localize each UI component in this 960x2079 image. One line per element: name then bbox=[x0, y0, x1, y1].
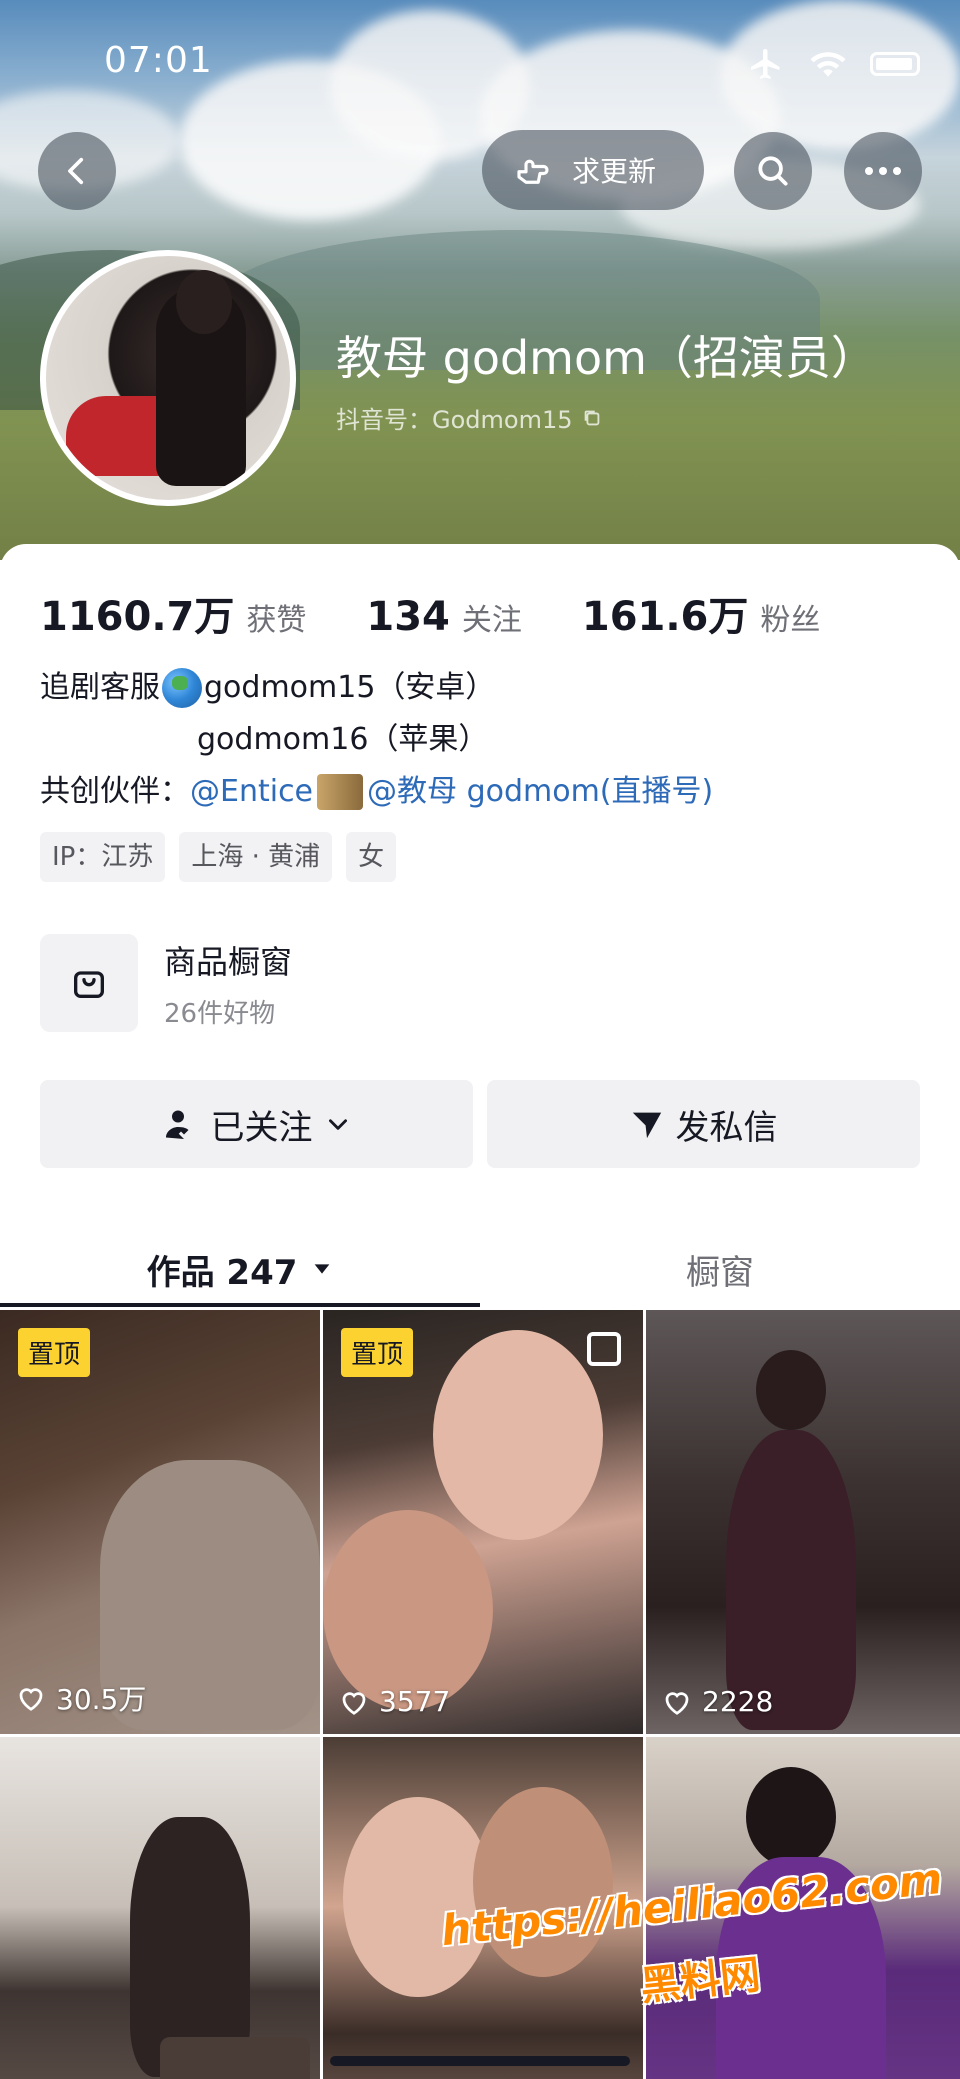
shop-title: 商品橱窗 bbox=[164, 942, 293, 981]
stat-likes[interactable]: 1160.7万 获赞 bbox=[40, 584, 306, 642]
bio-line3-prefix: 共创伙伴： bbox=[40, 774, 190, 809]
profile-card: 1160.7万 获赞 134 关注 161.6万 粉丝 追剧客服 godmom1… bbox=[0, 544, 960, 2079]
stat-following[interactable]: 134 关注 bbox=[366, 594, 522, 640]
video-likes-count: 3577 bbox=[379, 1685, 451, 1718]
video-likes-count: 30.5万 bbox=[56, 1683, 147, 1716]
stat-likes-value: 1160.7万 bbox=[40, 594, 235, 640]
tag-ip: IP：江苏 bbox=[40, 832, 166, 882]
status-icons bbox=[746, 46, 920, 82]
active-tab-indicator bbox=[0, 1303, 480, 1307]
bio-line1-prefix: 追剧客服 bbox=[40, 670, 160, 705]
stat-likes-label: 获赞 bbox=[246, 603, 307, 638]
home-indicator bbox=[330, 2056, 630, 2066]
pinned-badge: 置顶 bbox=[341, 1328, 414, 1377]
multi-image-icon bbox=[587, 1332, 621, 1366]
video-thumbnail[interactable] bbox=[0, 1737, 320, 2079]
stat-following-label: 关注 bbox=[461, 603, 522, 638]
send-icon bbox=[632, 1112, 661, 1139]
profile-tags: IP：江苏 上海 · 黄浦 女 bbox=[40, 832, 397, 882]
pinned-badge: 置顶 bbox=[18, 1328, 91, 1377]
tag-location: 上海 · 黄浦 bbox=[179, 832, 333, 882]
stat-followers[interactable]: 161.6万 粉丝 bbox=[582, 584, 821, 642]
send-message-label: 发私信 bbox=[675, 1107, 778, 1148]
video-likes: 3577 bbox=[339, 1685, 450, 1718]
heart-icon bbox=[665, 1691, 689, 1715]
user-check-icon bbox=[165, 1110, 188, 1139]
bio-line1-suffix: godmom15（安卓） bbox=[204, 670, 496, 705]
followed-label: 已关注 bbox=[210, 1107, 313, 1148]
video-likes: 2228 bbox=[662, 1685, 773, 1718]
display-name: 教母 godmom（招演员） bbox=[336, 331, 877, 385]
caret-down-icon bbox=[315, 1264, 330, 1274]
request-update-label: 求更新 bbox=[572, 155, 657, 188]
wifi-icon bbox=[810, 52, 846, 77]
profile-actions: 已关注 发私信 bbox=[40, 1080, 920, 1168]
shop-window-entry[interactable]: 商品橱窗 26件好物 bbox=[40, 934, 292, 1032]
content-tabs: 作品 247 橱窗 bbox=[0, 1224, 960, 1314]
tab-works-label: 作品 247 bbox=[146, 1252, 298, 1293]
video-likes: 30.5万 bbox=[16, 1678, 146, 1718]
back-button[interactable] bbox=[38, 132, 116, 210]
tag-gender: 女 bbox=[346, 832, 397, 882]
stat-followers-label: 粉丝 bbox=[760, 603, 821, 638]
user-handle[interactable]: 抖音号：Godmom15 bbox=[336, 400, 603, 435]
airplane-icon bbox=[751, 49, 780, 79]
heart-icon bbox=[19, 1688, 43, 1711]
more-button[interactable] bbox=[844, 132, 922, 210]
send-message-button[interactable]: 发私信 bbox=[487, 1080, 920, 1168]
video-thumbnail[interactable]: 置顶 30.5万 bbox=[0, 1310, 320, 1734]
partner-link-live[interactable]: @教母 godmom(直播号) bbox=[367, 766, 713, 818]
shop-subtitle: 26件好物 bbox=[164, 998, 276, 1029]
profile-stats: 1160.7万 获赞 134 关注 161.6万 粉丝 bbox=[40, 584, 820, 642]
search-icon bbox=[758, 156, 788, 186]
chevron-down-icon bbox=[328, 1119, 347, 1130]
search-button[interactable] bbox=[734, 132, 812, 210]
bio: 追剧客服 godmom15（安卓） godmom16（苹果） 共创伙伴： @En… bbox=[40, 662, 713, 818]
tab-works[interactable]: 作品 247 bbox=[0, 1224, 480, 1314]
avatar[interactable] bbox=[40, 250, 296, 506]
partner-link-entice[interactable]: @Entice bbox=[190, 766, 313, 818]
tab-window-label: 橱窗 bbox=[686, 1252, 754, 1293]
shopping-bag-icon bbox=[40, 934, 138, 1032]
stat-following-value: 134 bbox=[366, 594, 450, 640]
video-grid: 置顶 30.5万 置顶 3577 2228 bbox=[0, 1310, 960, 2079]
copy-icon[interactable] bbox=[581, 407, 603, 429]
tab-window[interactable]: 橱窗 bbox=[480, 1224, 960, 1314]
request-update-button[interactable]: 求更新 bbox=[482, 130, 704, 210]
globe-emoji-icon bbox=[162, 668, 202, 708]
video-likes-count: 2228 bbox=[702, 1685, 774, 1718]
heart-icon bbox=[342, 1691, 366, 1715]
chevron-left-icon bbox=[68, 157, 84, 185]
video-thumbnail[interactable]: 2228 bbox=[646, 1310, 960, 1734]
more-dots-icon bbox=[865, 167, 901, 175]
hand-point-icon bbox=[517, 159, 549, 184]
handle-text: 抖音号：Godmom15 bbox=[336, 406, 573, 434]
status-time: 07:01 bbox=[104, 40, 213, 81]
battery-icon bbox=[870, 52, 920, 76]
stat-followers-value: 161.6万 bbox=[581, 594, 749, 640]
bio-line2: godmom16（苹果） bbox=[197, 722, 489, 757]
film-emoji-icon bbox=[317, 774, 364, 810]
followed-button[interactable]: 已关注 bbox=[40, 1080, 473, 1168]
video-thumbnail[interactable]: 置顶 3577 bbox=[323, 1310, 643, 1734]
